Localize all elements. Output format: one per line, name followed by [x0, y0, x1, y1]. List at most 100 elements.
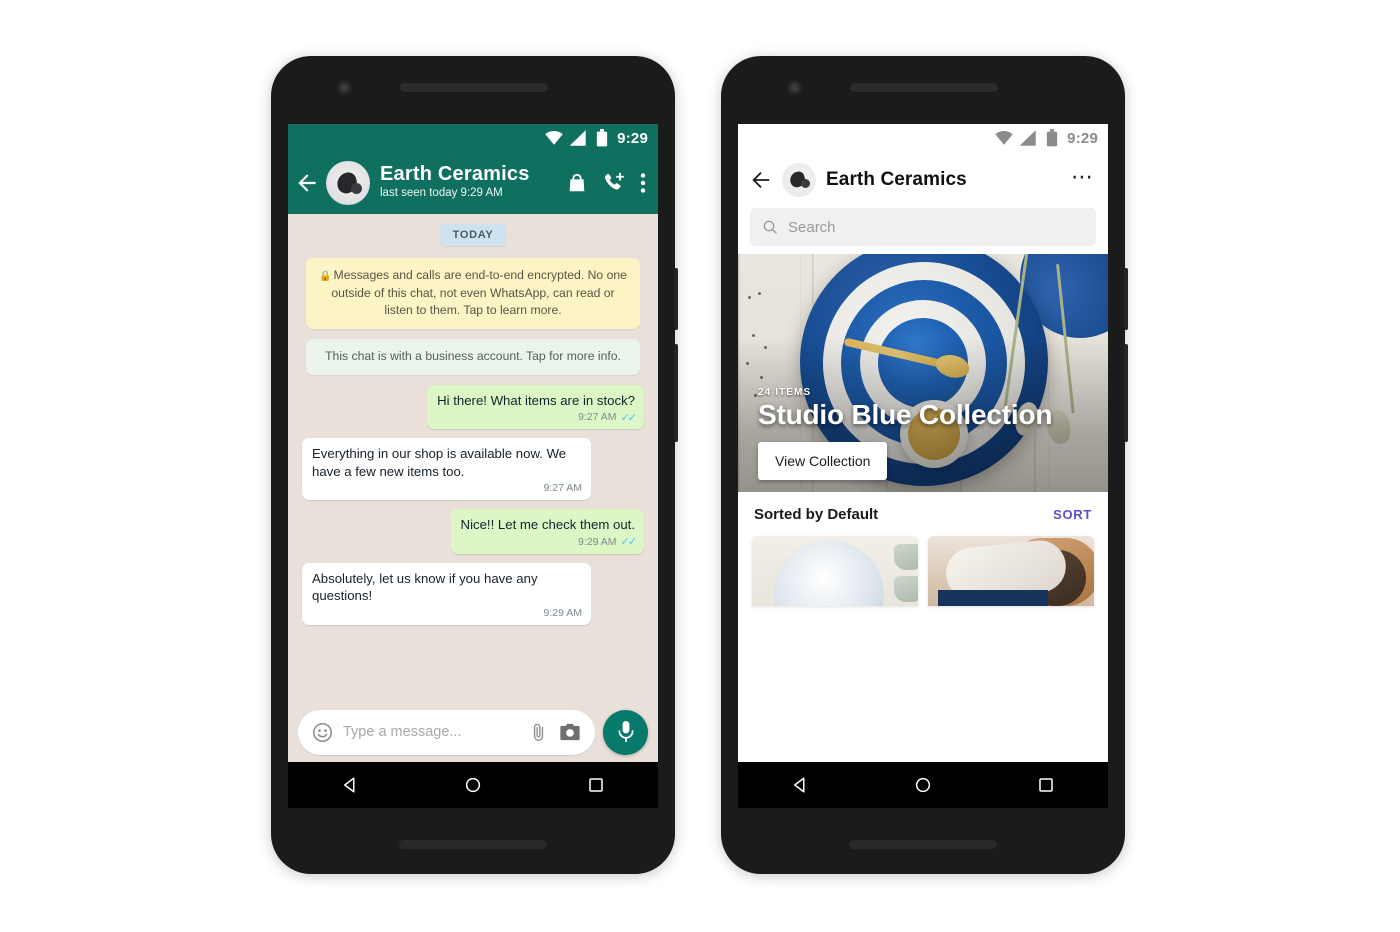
status-bar-time-right: 9:29	[1067, 129, 1098, 147]
sort-label: Sorted by Default	[754, 505, 879, 523]
emoji-smiley-icon[interactable]	[312, 722, 333, 743]
front-camera-icon	[337, 80, 352, 95]
overflow-menu-icon[interactable]	[640, 172, 646, 194]
phone-left-top-bezel	[271, 56, 675, 124]
conversation-list[interactable]: TODAY 🔒 Messages and calls are end-to-end…	[288, 214, 658, 762]
voice-message-button[interactable]	[603, 709, 648, 755]
message-text: Everything in our shop is available now.…	[312, 446, 567, 479]
search-input-placeholder[interactable]: Search	[788, 219, 836, 236]
phone-right-bottom-bezel-bar	[849, 840, 997, 849]
phone-left-whatsapp-chat: 9:29 Earth Ceramics last seen today 9:29…	[271, 56, 678, 874]
encryption-notice[interactable]: 🔒 Messages and calls are end-to-end encry…	[306, 258, 640, 330]
business-account-notice[interactable]: This chat is with a business account. Ta…	[306, 339, 640, 375]
chat-app-bar: Earth Ceramics last seen today 9:29 AM	[288, 152, 658, 214]
message-bubble-incoming-2[interactable]: Absolutely, let us know if you have any …	[302, 562, 591, 625]
status-bar-right: 9:29	[738, 124, 1108, 152]
power-button[interactable]	[1124, 268, 1128, 330]
overflow-dots-icon[interactable]: ⋯	[1071, 166, 1094, 194]
home-circle-icon[interactable]	[464, 776, 482, 794]
search-input[interactable]: Search	[750, 208, 1096, 246]
wifi-icon	[995, 131, 1013, 145]
status-bar-left: 9:29	[288, 124, 658, 152]
lock-icon: 🔒	[319, 271, 332, 282]
avatar[interactable]	[782, 163, 816, 197]
message-input-wrapper[interactable]: Type a message...	[298, 709, 595, 755]
back-triangle-icon[interactable]	[341, 776, 359, 794]
message-time: 9:27 AM	[578, 411, 617, 424]
message-bubble-incoming-1[interactable]: Everything in our shop is available now.…	[302, 438, 591, 501]
message-time: 9:27 AM	[543, 482, 582, 495]
product-card[interactable]	[752, 536, 918, 606]
product-card[interactable]	[928, 536, 1094, 606]
message-composer: Type a message...	[288, 702, 658, 762]
recents-square-icon[interactable]	[1037, 776, 1055, 794]
message-bubble-outgoing-1[interactable]: Hi there! What items are in stock? 9:27 …	[427, 384, 644, 430]
android-nav-bar-right	[738, 762, 1108, 808]
message-input-placeholder[interactable]: Type a message...	[343, 724, 518, 740]
shop-bag-icon[interactable]	[566, 172, 588, 194]
wifi-icon	[545, 131, 563, 145]
video-call-add-icon[interactable]	[602, 172, 626, 194]
home-circle-icon[interactable]	[914, 776, 932, 794]
phone-right-screen: 9:29 Earth Ceramics ⋯ Search 24 ITEMS St…	[738, 124, 1108, 808]
message-meta: 9:29 AM ✓✓	[461, 535, 638, 550]
page-title: Earth Ceramics	[826, 169, 967, 190]
search-icon	[763, 220, 777, 234]
read-receipt-icon: ✓✓	[620, 536, 638, 549]
product-grid	[738, 536, 1108, 606]
cellular-icon	[569, 130, 586, 146]
avatar-shape-secondary	[351, 183, 362, 194]
power-button[interactable]	[674, 268, 678, 330]
avatar[interactable]	[326, 161, 370, 205]
back-triangle-icon[interactable]	[791, 776, 809, 794]
message-time: 9:29 AM	[578, 535, 617, 548]
front-camera-icon	[787, 80, 802, 95]
hero-collection-banner[interactable]: 24 ITEMS Studio Blue Collection View Col…	[738, 254, 1108, 492]
avatar-shape-secondary	[801, 179, 810, 188]
product-image-detail	[894, 544, 918, 570]
battery-icon	[1047, 129, 1058, 147]
phone-right-top-bezel	[721, 56, 1125, 124]
battery-icon	[597, 129, 608, 147]
hero-text-block: 24 ITEMS Studio Blue Collection View Col…	[758, 387, 1088, 480]
chat-app-bar-actions	[566, 172, 648, 194]
phone-right-catalog: 9:29 Earth Ceramics ⋯ Search 24 ITEMS St…	[721, 56, 1128, 874]
volume-button[interactable]	[1124, 344, 1128, 442]
contact-presence: last seen today 9:29 AM	[380, 187, 503, 200]
message-meta: 9:29 AM	[312, 607, 582, 621]
recents-square-icon[interactable]	[587, 776, 605, 794]
chat-title-block[interactable]: Earth Ceramics last seen today 9:29 AM	[380, 163, 560, 202]
catalog-app-bar: Earth Ceramics ⋯	[738, 152, 1108, 208]
earpiece-speaker	[850, 83, 998, 92]
view-collection-button[interactable]: View Collection	[758, 442, 888, 480]
phone-left-screen: 9:29 Earth Ceramics last seen today 9:29…	[288, 124, 658, 808]
sort-row: Sorted by Default SORT	[738, 492, 1108, 536]
message-meta: 9:27 AM ✓✓	[437, 411, 638, 425]
hero-title: Studio Blue Collection	[758, 398, 1053, 430]
camera-icon[interactable]	[559, 722, 581, 742]
arrow-left-icon[interactable]	[294, 170, 320, 196]
sort-button[interactable]: SORT	[1053, 507, 1092, 522]
message-text: Hi there! What items are in stock?	[437, 392, 635, 408]
product-image-detail	[894, 576, 918, 602]
message-text: Absolutely, let us know if you have any …	[312, 570, 538, 604]
product-image-detail	[938, 590, 1048, 606]
encryption-notice-text: Messages and calls are end-to-end encryp…	[331, 268, 627, 318]
microphone-icon	[618, 721, 633, 742]
hero-item-count: 24 ITEMS	[758, 386, 812, 398]
volume-button[interactable]	[674, 344, 678, 442]
paperclip-icon[interactable]	[528, 722, 549, 743]
phone-left-bottom-bezel-bar	[399, 840, 547, 849]
android-nav-bar-left	[288, 762, 658, 808]
screenshot-stage: 9:29 Earth Ceramics last seen today 9:29…	[0, 0, 1400, 932]
product-image	[774, 540, 884, 606]
cellular-icon	[1019, 130, 1036, 146]
read-receipt-icon: ✓✓	[620, 411, 638, 424]
arrow-left-icon[interactable]	[750, 169, 772, 191]
earpiece-speaker	[400, 83, 548, 92]
contact-name: Earth Ceramics	[380, 163, 530, 186]
message-time: 9:29 AM	[543, 606, 582, 619]
message-text: Nice!! Let me check them out.	[460, 517, 635, 533]
message-bubble-outgoing-2[interactable]: Nice!! Let me check them out. 9:29 AM ✓✓	[450, 509, 644, 554]
message-meta: 9:27 AM	[312, 482, 582, 496]
